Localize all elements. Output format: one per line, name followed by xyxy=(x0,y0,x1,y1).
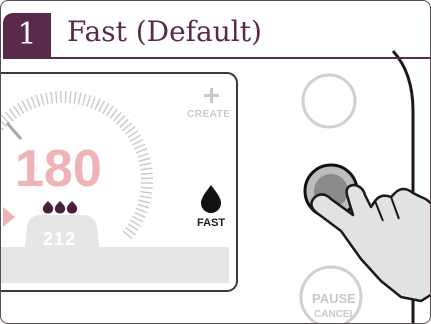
step-number: 1 xyxy=(17,17,37,52)
header-divider xyxy=(3,57,430,59)
secondary-temperature: 212 xyxy=(43,229,77,249)
dial-tick xyxy=(140,172,153,175)
pause-label: PAUSE xyxy=(312,291,356,306)
display-panel-band xyxy=(1,247,229,283)
create-label: CREATE xyxy=(187,109,231,120)
instruction-card: CREATE 180 212 FAST PAUSE CANCEL 1 Fast … xyxy=(0,0,431,324)
dial-tick xyxy=(55,91,58,104)
step-title: Fast (Default) xyxy=(67,15,262,48)
cancel-label: CANCEL xyxy=(314,309,356,320)
step-number-badge: 1 xyxy=(3,13,51,57)
dial-tick xyxy=(69,91,72,104)
dial-tick xyxy=(140,186,153,189)
top-control-button[interactable] xyxy=(301,73,357,129)
mode-label: FAST xyxy=(197,217,226,229)
flame-icon xyxy=(42,201,78,214)
temperature-readout: 180 xyxy=(15,140,102,198)
